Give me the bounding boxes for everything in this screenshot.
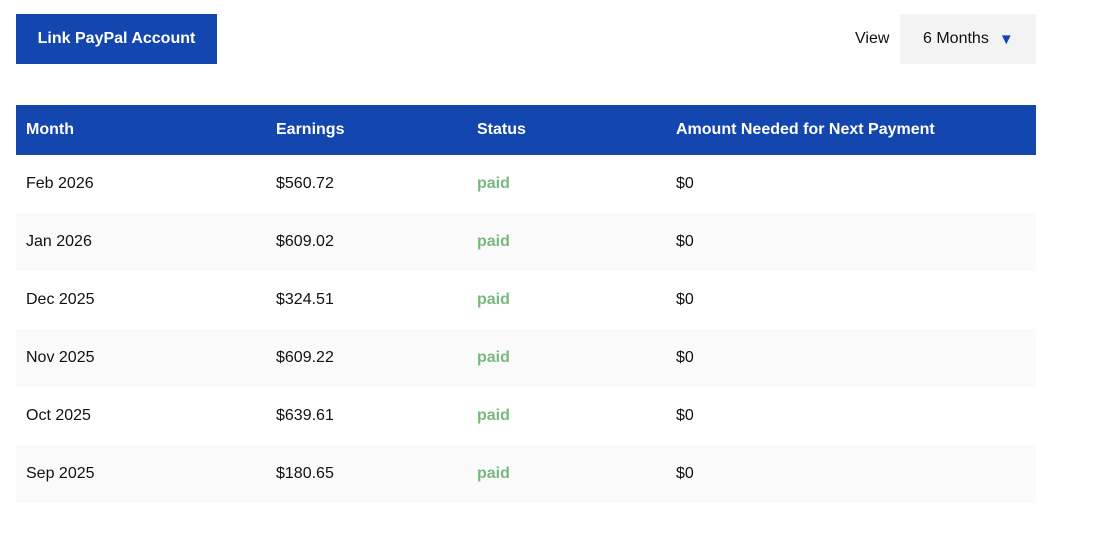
cell-status: paid xyxy=(477,233,510,250)
triangle-down-icon: ▼ xyxy=(998,30,1014,48)
cell-amount-needed: $0 xyxy=(676,465,694,482)
view-period-select[interactable]: 6 Months ▼ xyxy=(900,14,1036,64)
cell-earnings: $560.72 xyxy=(276,175,334,192)
table-body: Feb 2026 $560.72 paid $0 Jan 2026 $609.0… xyxy=(16,155,1036,503)
cell-status: paid xyxy=(477,349,510,366)
earnings-table: Month Earnings Status Amount Needed for … xyxy=(16,105,1036,503)
cell-status: paid xyxy=(477,175,510,192)
earnings-page: Link PayPal Account View 6 Months ▼ Mont… xyxy=(0,0,1115,548)
cell-status: paid xyxy=(477,407,510,424)
cell-month: Jan 2026 xyxy=(26,233,92,250)
table-row: Feb 2026 $560.72 paid $0 xyxy=(16,155,1036,213)
cell-amount-needed: $0 xyxy=(676,233,694,250)
cell-earnings: $639.61 xyxy=(276,407,334,424)
table-row: Nov 2025 $609.22 paid $0 xyxy=(16,329,1036,387)
cell-amount-needed: $0 xyxy=(676,407,694,424)
cell-earnings: $180.65 xyxy=(276,465,334,482)
cell-status: paid xyxy=(477,465,510,482)
table-row: Oct 2025 $639.61 paid $0 xyxy=(16,387,1036,445)
cell-month: Nov 2025 xyxy=(26,349,95,366)
cell-earnings: $609.02 xyxy=(276,233,334,250)
link-paypal-account-button[interactable]: Link PayPal Account xyxy=(16,14,217,64)
view-label: View xyxy=(855,30,890,47)
table-row: Sep 2025 $180.65 paid $0 xyxy=(16,445,1036,503)
column-header-month: Month xyxy=(26,121,74,138)
table-header-row: Month Earnings Status Amount Needed for … xyxy=(16,105,1036,155)
cell-amount-needed: $0 xyxy=(676,349,694,366)
view-selected-value: 6 Months xyxy=(923,30,989,47)
cell-month: Oct 2025 xyxy=(26,407,91,424)
table-header: Month Earnings Status Amount Needed for … xyxy=(16,105,1036,155)
cell-month: Sep 2025 xyxy=(26,465,95,482)
cell-month: Dec 2025 xyxy=(26,291,95,308)
cell-status: paid xyxy=(477,291,510,308)
cell-earnings: $609.22 xyxy=(276,349,334,366)
column-header-status: Status xyxy=(477,121,526,138)
column-header-amount-needed: Amount Needed for Next Payment xyxy=(676,121,935,138)
table-row: Jan 2026 $609.02 paid $0 xyxy=(16,213,1036,271)
cell-amount-needed: $0 xyxy=(676,175,694,192)
cell-amount-needed: $0 xyxy=(676,291,694,308)
cell-month: Feb 2026 xyxy=(26,175,94,192)
table-row: Dec 2025 $324.51 paid $0 xyxy=(16,271,1036,329)
cell-earnings: $324.51 xyxy=(276,291,334,308)
column-header-earnings: Earnings xyxy=(276,121,345,138)
